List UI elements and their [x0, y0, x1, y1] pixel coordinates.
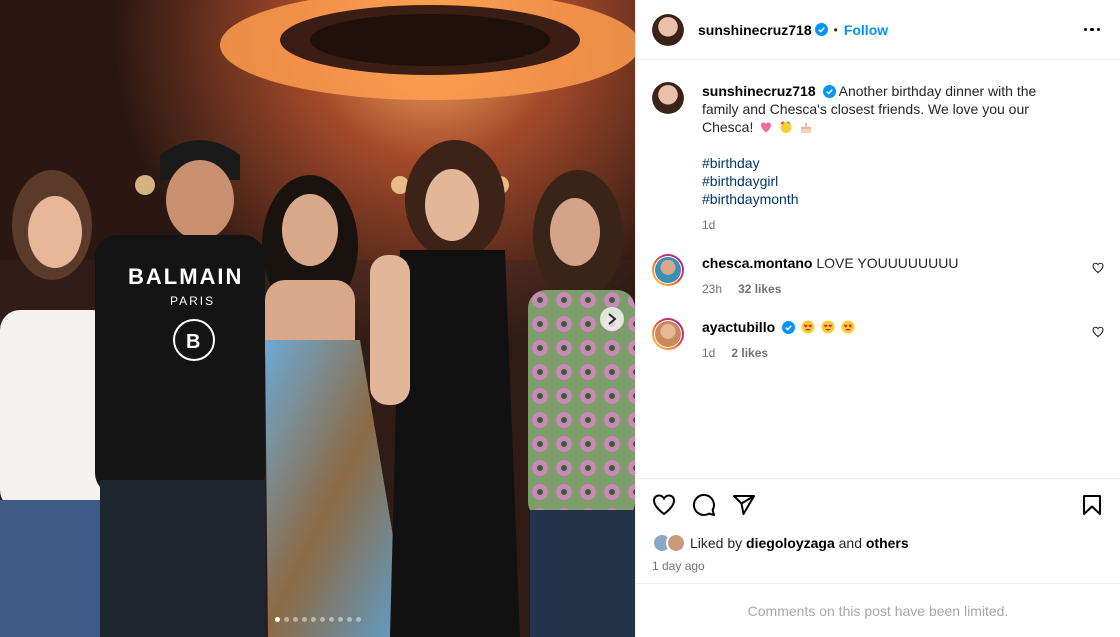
carousel-dot	[328, 617, 334, 622]
svg-text:B: B	[186, 331, 200, 353]
comment-item: chesca.montano LOVE YOUUUUUUUU 23h 32 li…	[652, 254, 1104, 298]
carousel-dot	[319, 617, 325, 622]
hashtag-link[interactable]: #birthday	[702, 154, 1074, 172]
svg-text:BALMAIN: BALMAIN	[128, 264, 243, 289]
cake-emoji	[801, 123, 812, 133]
comment-username[interactable]: ayactubillo	[702, 319, 775, 335]
heart-icon[interactable]	[652, 493, 676, 517]
verified-icon	[822, 85, 836, 98]
heart-eyes-emoji	[801, 320, 815, 334]
comment-text: LOVE YOUUUUUUUU	[816, 255, 959, 271]
commenter-avatar[interactable]	[652, 254, 684, 286]
bookmark-icon[interactable]	[1080, 493, 1104, 517]
comment-time[interactable]: 1d	[702, 344, 715, 362]
post-date[interactable]: 1 day ago	[652, 559, 1104, 573]
like-comment-heart-icon[interactable]	[1092, 326, 1104, 338]
carousel-dot	[283, 617, 289, 622]
carousel-dot	[346, 617, 352, 622]
caption-time[interactable]: 1d	[702, 216, 715, 234]
caption-avatar[interactable]	[652, 82, 684, 114]
comment-item: ayactubillo 1d 2 likes	[652, 318, 1104, 362]
more-options-icon[interactable]	[1080, 24, 1105, 36]
liked-by-user[interactable]: diegoloyzaga	[746, 535, 835, 551]
carousel-dot	[355, 617, 361, 622]
post-header: sunshinecruz718 • Follow	[636, 0, 1120, 60]
carousel-dot	[337, 617, 343, 622]
comment-icon[interactable]	[692, 493, 716, 517]
next-photo-button[interactable]	[600, 307, 624, 331]
photo-illustration: BALMAIN PARIS B	[0, 0, 635, 637]
party-emoji	[780, 121, 792, 133]
carousel-dot	[292, 617, 298, 622]
caption: sunshinecruz718 Another birthday dinner …	[652, 82, 1104, 234]
comment-likes[interactable]: 32 likes	[738, 280, 781, 298]
comment-time[interactable]: 23h	[702, 280, 722, 298]
hashtag-link[interactable]: #birthdaymonth	[702, 190, 1074, 208]
author-username[interactable]: sunshinecruz718	[698, 22, 812, 38]
caption-username[interactable]: sunshinecruz718	[702, 83, 816, 99]
post-photo[interactable]: BALMAIN PARIS B	[0, 0, 635, 637]
verified-icon	[782, 321, 796, 334]
heart-eyes-emoji	[841, 320, 855, 334]
verified-icon	[814, 23, 828, 36]
comment-likes[interactable]: 2 likes	[731, 344, 768, 362]
share-icon[interactable]	[732, 493, 756, 517]
carousel-dot	[310, 617, 316, 622]
author-avatar[interactable]	[652, 13, 684, 46]
follow-button[interactable]: Follow	[844, 22, 888, 38]
hashtag-list: #birthday #birthdaygirl #birthdaymonth	[702, 154, 1074, 208]
carousel-dots	[0, 617, 635, 622]
like-comment-heart-icon[interactable]	[1092, 262, 1104, 274]
comment-username[interactable]: chesca.montano	[702, 255, 812, 271]
chevron-right-icon	[608, 313, 617, 325]
post-actions: Liked by diegoloyzaga and others 1 day a…	[636, 478, 1120, 573]
liked-by-others[interactable]: others	[866, 535, 909, 551]
heart-eyes-emoji-group	[799, 319, 855, 335]
liked-by-joiner: and	[838, 535, 862, 551]
separator-dot: •	[833, 22, 838, 37]
carousel-dot	[301, 617, 307, 622]
liked-by: Liked by diegoloyzaga and others	[652, 533, 1104, 553]
commenter-avatar[interactable]	[652, 318, 684, 350]
carousel-dot	[274, 617, 280, 622]
svg-text:PARIS: PARIS	[170, 294, 215, 308]
comments-section: sunshinecruz718 Another birthday dinner …	[636, 60, 1120, 478]
liked-by-prefix: Liked by	[690, 535, 743, 551]
hashtag-link[interactable]: #birthdaygirl	[702, 172, 1074, 190]
pink-heart-emoji	[761, 122, 772, 133]
liked-by-avatars	[652, 533, 686, 553]
comments-limited-notice: Comments on this post have been limited.	[636, 583, 1120, 637]
heart-eyes-emoji	[821, 320, 835, 334]
post-side-panel: sunshinecruz718 • Follow sunshinecruz718…	[635, 0, 1120, 637]
